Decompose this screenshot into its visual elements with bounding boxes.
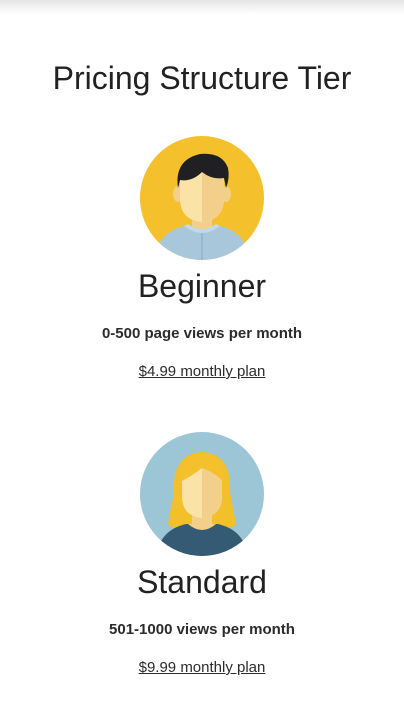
tier-card-beginner: Beginner 0-500 page views per month $4.9… xyxy=(0,136,404,382)
price-link-standard[interactable]: $9.99 monthly plan xyxy=(139,658,266,678)
tier-name: Beginner xyxy=(137,268,267,304)
male-user-avatar-icon xyxy=(140,136,264,260)
tier-name: Standard xyxy=(137,564,267,600)
female-user-avatar-icon xyxy=(140,432,264,556)
price-link-beginner[interactable]: $4.99 monthly plan xyxy=(139,362,266,382)
tier-views-description: 0-500 page views per month xyxy=(101,325,303,342)
tier-card-standard: Standard 501-1000 views per month $9.99 … xyxy=(0,432,404,678)
top-bar-shadow xyxy=(0,0,404,14)
page-title: Pricing Structure Tier xyxy=(52,60,352,96)
tier-views-description: 501-1000 views per month xyxy=(109,621,295,638)
